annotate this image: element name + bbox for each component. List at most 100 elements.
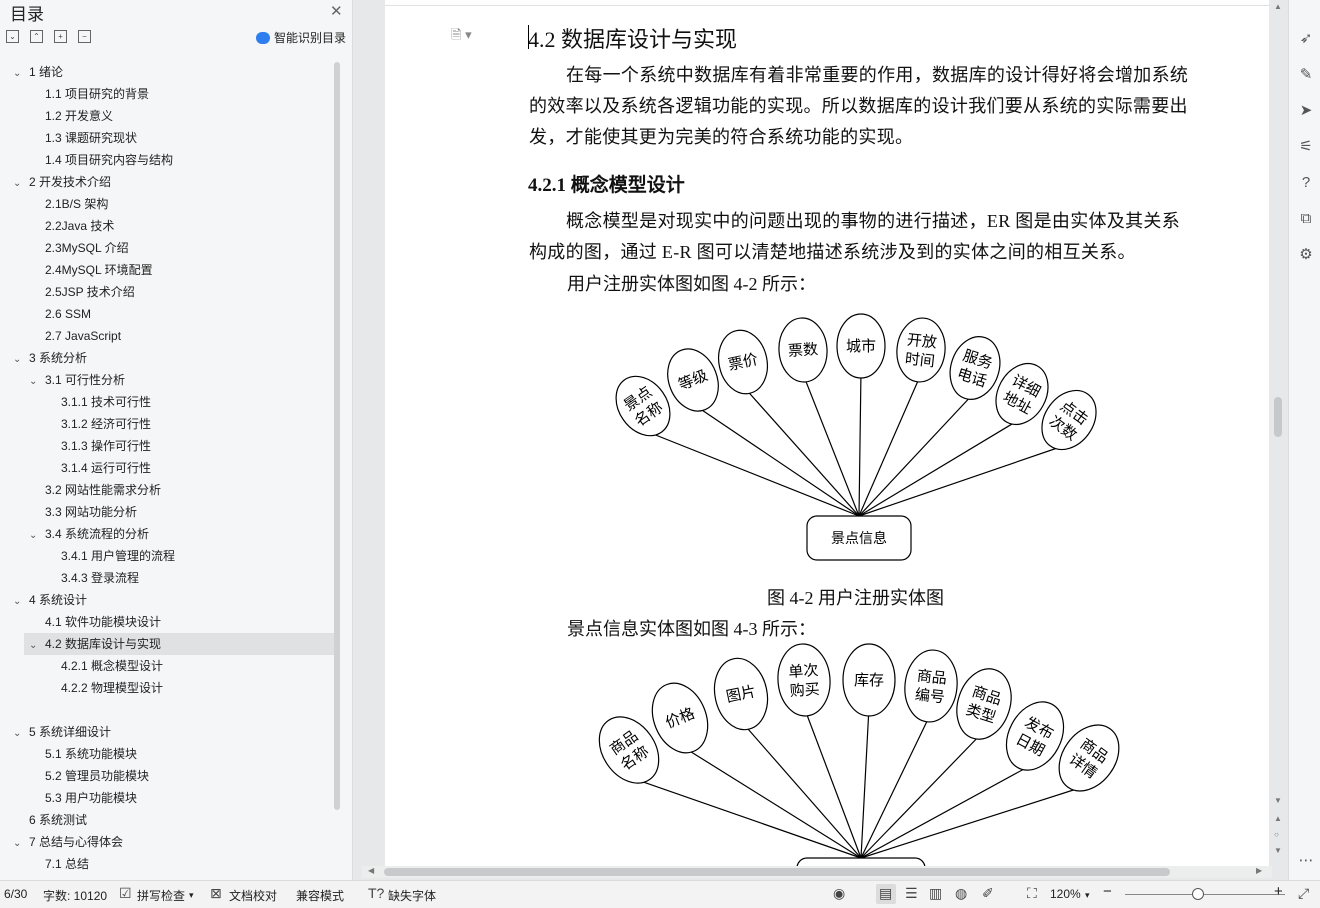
toc-item[interactable]: 2.1B/S 架构: [0, 193, 352, 215]
er-diagram-scenic[interactable]: 景点名称等级票价票数 城市 开放时间 服务电话 详细地址 点击次数景点信息: [585, 300, 1145, 570]
checkbox-icon[interactable]: ☑: [119, 885, 132, 902]
er-diagram-goods[interactable]: 商品名称价格图片单次购买库存 商品编号 商品类型发布日期 商品详情: [585, 630, 1145, 866]
zoom-out-icon[interactable]: −: [1103, 883, 1112, 900]
chevron-down-icon[interactable]: ⌄: [29, 371, 39, 393]
cursor-icon[interactable]: ➤: [1297, 102, 1315, 120]
toc-item[interactable]: 2.7 JavaScript: [0, 325, 352, 347]
reading-view-icon[interactable]: ▥: [929, 885, 942, 902]
zoom-in-icon[interactable]: +: [1274, 883, 1283, 900]
toc-item[interactable]: 3.4.3 登录流程: [0, 567, 352, 589]
paragraph-intro[interactable]: 在每一个系统中数据库有着非常重要的作用，数据库的设计得好将会增加系统的效率以及系…: [529, 60, 1195, 153]
pen-icon[interactable]: ✎: [1297, 66, 1315, 84]
zoom-chevron-icon[interactable]: ▾: [1085, 890, 1090, 901]
add-heading-icon[interactable]: +: [54, 30, 67, 43]
share-icon[interactable]: ⧉: [1297, 210, 1315, 228]
er-attribute[interactable]: 票数: [777, 316, 829, 383]
er-attribute[interactable]: 库存: [842, 643, 896, 717]
toc-item[interactable]: 1.1 项目研究的背景: [0, 83, 352, 105]
er-attribute[interactable]: 城市: [836, 313, 886, 379]
er-attribute[interactable]: 票价: [713, 326, 773, 399]
toc-item[interactable]: ⌄ 3 系统分析: [0, 347, 345, 369]
zoom-slider[interactable]: [1125, 894, 1285, 895]
chevron-down-icon[interactable]: ⌄: [29, 525, 39, 547]
rocket-icon[interactable]: ➶: [1297, 30, 1315, 48]
remove-heading-icon[interactable]: −: [78, 30, 91, 43]
ai-assistant-icon[interactable]: ⚙: [1297, 246, 1315, 264]
er-entity[interactable]: 景点信息: [806, 515, 912, 561]
chevron-down-icon[interactable]: ⌄: [13, 173, 23, 195]
horizontal-scroll-thumb[interactable]: [384, 868, 1170, 876]
collapse-all-icon[interactable]: ⌄: [6, 30, 19, 43]
toc-item[interactable]: 4.1 软件功能模块设计: [0, 611, 352, 633]
chevron-down-icon[interactable]: ⌄: [29, 635, 39, 657]
toc-item[interactable]: [0, 699, 352, 721]
toc-item[interactable]: ⌄ 1 绪论: [0, 61, 345, 83]
scroll-left-icon[interactable]: ◀: [368, 866, 374, 875]
fit-page-icon[interactable]: ⛶: [1027, 885, 1037, 902]
er-attribute[interactable]: 商品编号: [901, 647, 960, 724]
vertical-scrollbar[interactable]: ▲ ▼ ▲ ○ ▼: [1270, 0, 1286, 866]
section-heading[interactable]: 4.2 数据库设计与实现: [528, 22, 737, 54]
missing-fonts-button[interactable]: 缺失字体: [388, 887, 436, 904]
chevron-down-icon[interactable]: ⌄: [13, 833, 23, 855]
toc-scrollbar[interactable]: [334, 62, 340, 810]
document-page[interactable]: 🗎 ▾ 4.2 数据库设计与实现 在每一个系统中数据库有着非常重要的作用，数据库…: [385, 0, 1269, 866]
chevron-down-icon[interactable]: ⌄: [13, 591, 23, 613]
toc-item[interactable]: 3.2 网站性能需求分析: [0, 479, 352, 501]
toc-item[interactable]: ⌄ 7 总结与心得体会: [0, 831, 345, 853]
close-icon[interactable]: ✕: [330, 2, 343, 20]
smart-toc-button[interactable]: 智能识别目录: [256, 29, 346, 46]
toc-item[interactable]: 5.1 系统功能模块: [0, 743, 352, 765]
scroll-right-icon[interactable]: ▶: [1256, 866, 1262, 875]
toc-item[interactable]: 4.2.1 概念模型设计: [0, 655, 352, 677]
horizontal-scrollbar[interactable]: ◀ ▶: [362, 866, 1272, 878]
vertical-scroll-thumb[interactable]: [1274, 397, 1282, 437]
toc-item[interactable]: ⌄ 5 系统详细设计: [0, 721, 345, 743]
sliders-icon[interactable]: ⚟: [1297, 138, 1315, 156]
toc-item[interactable]: 2.5JSP 技术介绍: [0, 281, 352, 303]
er-attribute[interactable]: 开放时间: [894, 316, 948, 385]
page-view-icon[interactable]: ▤: [879, 885, 892, 902]
toc-item[interactable]: 2.3MySQL 介绍: [0, 237, 352, 259]
toc-item[interactable]: 5.3 用户功能模块: [0, 787, 352, 809]
scroll-down-icon[interactable]: ▼: [1274, 796, 1282, 805]
toc-item[interactable]: 3.4.1 用户管理的流程: [0, 545, 352, 567]
fullscreen-icon[interactable]: ⤢: [1298, 885, 1309, 902]
chevron-down-icon[interactable]: ▾: [189, 890, 194, 901]
toc-item[interactable]: 2.6 SSM: [0, 303, 352, 325]
word-count[interactable]: 字数: 10120: [43, 887, 107, 904]
toc-item[interactable]: 1.3 课题研究现状: [0, 127, 352, 149]
toc-item[interactable]: 6 系统测试: [0, 809, 345, 831]
toc-item[interactable]: 2.2Java 技术: [0, 215, 352, 237]
toc-item[interactable]: 3.1.4 运行可行性: [0, 457, 352, 479]
er-attribute[interactable]: 图片: [708, 653, 774, 734]
toc-item[interactable]: 3.1.1 技术可行性: [0, 391, 352, 413]
toc-item[interactable]: 3.1.3 操作可行性: [0, 435, 352, 457]
spell-check-button[interactable]: 拼写检查: [137, 887, 185, 904]
page-indicator[interactable]: 6/30: [4, 887, 27, 901]
toc-item[interactable]: 3.1.2 经济可行性: [0, 413, 352, 435]
doc-proof-button[interactable]: 文档校对: [229, 887, 277, 904]
chevron-down-icon[interactable]: ⌄: [13, 723, 23, 745]
figure1-caption[interactable]: 图 4-2 用户注册实体图: [767, 584, 944, 610]
subsection-heading[interactable]: 4.2.1 概念模型设计: [528, 170, 685, 197]
next-page-icon[interactable]: ▼: [1274, 846, 1282, 855]
zoom-level[interactable]: 120%: [1050, 887, 1081, 901]
scroll-up-icon[interactable]: ▲: [1274, 2, 1282, 11]
toc-item[interactable]: ⌄ 3.1 可行性分析: [0, 369, 352, 393]
document-menu-icon[interactable]: 🗎 ▾: [451, 26, 472, 48]
prev-page-icon[interactable]: ▲: [1274, 814, 1282, 823]
toc-item[interactable]: 1.2 开发意义: [0, 105, 352, 127]
chevron-down-icon[interactable]: ⌄: [13, 349, 23, 371]
toc-item[interactable]: 7.1 总结: [0, 853, 352, 875]
er-attribute[interactable]: 单次购买: [776, 642, 833, 717]
select-browse-icon[interactable]: ○: [1274, 830, 1279, 839]
toc-item[interactable]: ⌄ 4 系统设计: [0, 589, 345, 611]
paragraph-concept[interactable]: 概念模型是对现实中的问题出现的事物的进行描述，ER 图是由实体及其关系构成的图，…: [529, 206, 1195, 268]
zoom-slider-knob[interactable]: [1192, 888, 1204, 900]
toc-item[interactable]: ⌄ 3.4 系统流程的分析: [0, 523, 352, 547]
write-view-icon[interactable]: ✐: [982, 885, 994, 902]
toc-item[interactable]: ⌄ 2 开发技术介绍: [0, 171, 345, 193]
outline-view-icon[interactable]: ☰: [905, 885, 918, 902]
figure1-intro[interactable]: 用户注册实体图如图 4-2 所示：: [567, 270, 816, 296]
